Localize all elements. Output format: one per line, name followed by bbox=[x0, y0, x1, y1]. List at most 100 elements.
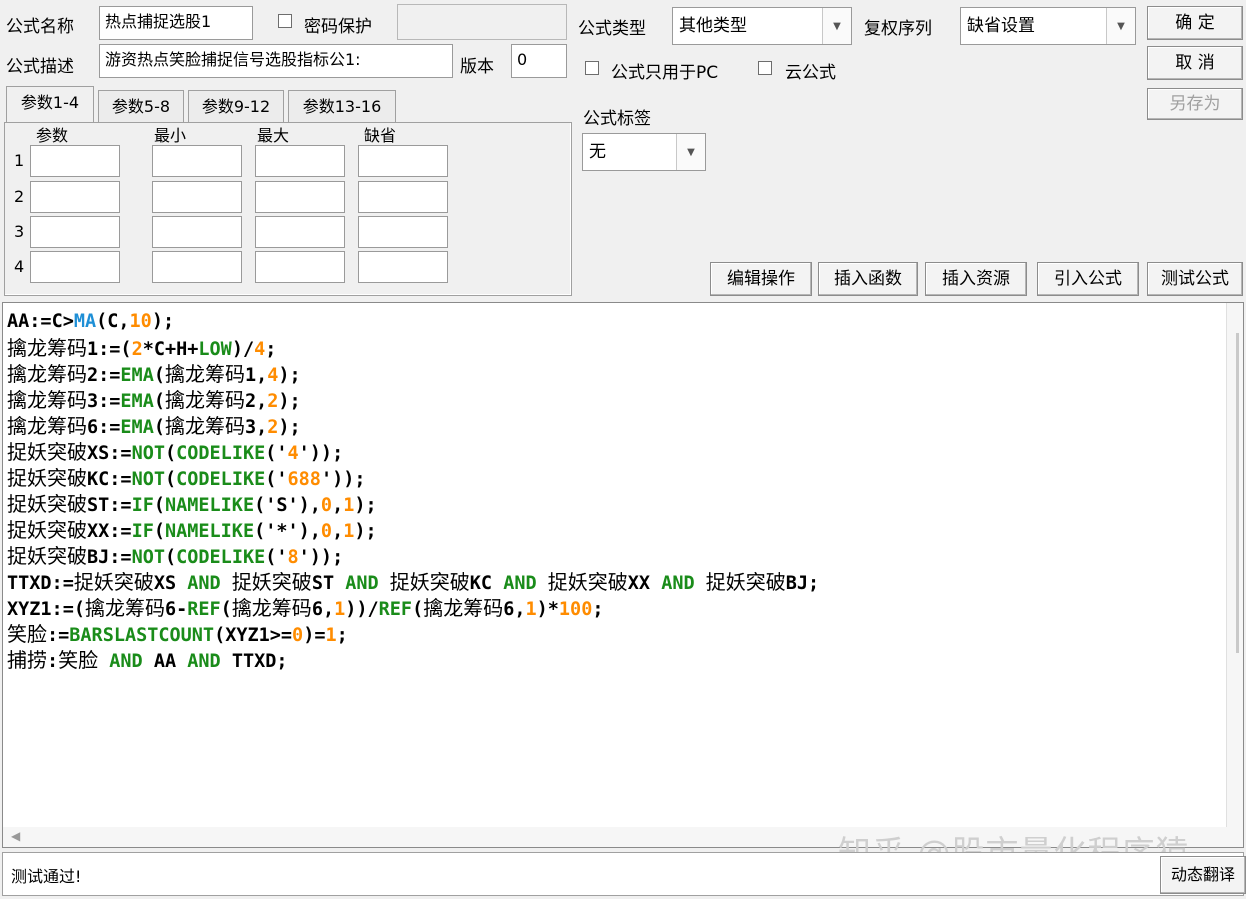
cancel-button[interactable]: 取 消 bbox=[1147, 46, 1243, 80]
tab-params-13-16[interactable]: 参数13-16 bbox=[288, 90, 396, 122]
formula-code: AA:=C>MA(C,10); 擒龙筹码1:=(2*C+H+LOW)/4; 擒龙筹码… bbox=[7, 309, 819, 673]
formula-type-label: 公式类型 bbox=[578, 19, 646, 39]
tab-params-9-12[interactable]: 参数9-12 bbox=[188, 90, 284, 122]
pc-only-checkbox[interactable] bbox=[585, 61, 599, 75]
code-token: MA bbox=[73, 311, 97, 332]
code-token: 擒龙筹码 bbox=[423, 596, 504, 620]
chevron-down-icon[interactable]: ▼ bbox=[822, 8, 851, 44]
code-token: 捉妖突破 bbox=[73, 570, 154, 594]
test-formula-button[interactable]: 测试公式 bbox=[1147, 262, 1243, 296]
formula-type-select[interactable]: 其他类型 ▼ bbox=[672, 7, 852, 45]
code-token: ); bbox=[354, 495, 377, 516]
code-token: (' bbox=[265, 547, 288, 568]
dynamic-translate-button[interactable]: 动态翻译 bbox=[1160, 856, 1246, 894]
version-input[interactable]: 0 bbox=[511, 44, 567, 78]
code-token: 擒龙筹码 bbox=[164, 414, 245, 438]
code-token: ( bbox=[164, 547, 177, 568]
formula-editor[interactable]: AA:=C>MA(C,10); 擒龙筹码1:=(2*C+H+LOW)/4; 擒龙筹码… bbox=[2, 302, 1244, 848]
param-min-input-4[interactable] bbox=[152, 251, 242, 283]
formula-desc-input[interactable]: 游资热点笑脸捕捉信号选股指标公1: bbox=[99, 44, 453, 78]
code-line: 擒龙筹码6:=EMA(擒龙筹码3,2); bbox=[7, 413, 819, 439]
param-min-input-2[interactable] bbox=[152, 181, 242, 213]
code-token: REF bbox=[187, 599, 221, 620]
code-token: 擒龙筹码 bbox=[164, 388, 245, 412]
code-token: ')); bbox=[320, 469, 366, 490]
code-token: REF bbox=[378, 599, 413, 620]
code-token: (' bbox=[265, 469, 288, 490]
code-token: 4 bbox=[267, 365, 279, 386]
status-bar: 测试通过! bbox=[2, 852, 1244, 896]
code-token: 擒龙筹码 bbox=[7, 388, 87, 412]
param-name-input-4[interactable] bbox=[30, 251, 120, 283]
code-token: EMA bbox=[120, 365, 154, 386]
cloud-formula-checkbox[interactable] bbox=[758, 61, 772, 75]
code-token: 1 bbox=[325, 625, 337, 646]
tab-params-1-4[interactable]: 参数1-4 bbox=[6, 86, 94, 122]
code-token: 擒龙筹码 bbox=[231, 596, 312, 620]
code-token: ; bbox=[592, 599, 604, 620]
param-max-input-2[interactable] bbox=[255, 181, 345, 213]
password-input[interactable] bbox=[397, 4, 567, 40]
insert-function-button[interactable]: 插入函数 bbox=[818, 262, 918, 296]
code-token: 2, bbox=[244, 391, 268, 412]
param-default-input-2[interactable] bbox=[358, 181, 448, 213]
code-token: ( bbox=[153, 391, 165, 412]
chevron-down-icon[interactable]: ▼ bbox=[676, 134, 705, 170]
formula-tag-select[interactable]: 无 ▼ bbox=[582, 133, 706, 171]
code-token: > bbox=[62, 311, 74, 332]
code-token: *C+H+ bbox=[142, 339, 199, 360]
code-token: ')); bbox=[298, 443, 344, 464]
scroll-left-icon[interactable]: ◀ bbox=[11, 829, 20, 843]
param-name-input-2[interactable] bbox=[30, 181, 120, 213]
code-token: LOW bbox=[198, 339, 232, 360]
param-name-input-3[interactable] bbox=[30, 216, 120, 248]
code-token: ); bbox=[278, 365, 301, 386]
code-token: AND bbox=[661, 573, 695, 594]
chevron-down-icon[interactable]: ▼ bbox=[1106, 8, 1135, 44]
code-token: NOT bbox=[131, 547, 165, 568]
code-token: 3, bbox=[244, 417, 268, 438]
code-token: ST bbox=[311, 573, 346, 594]
code-token: 6- bbox=[164, 599, 188, 620]
code-token: 2 bbox=[267, 417, 279, 438]
code-token: 1 bbox=[343, 521, 355, 542]
param-default-input-1[interactable] bbox=[358, 145, 448, 177]
param-default-input-3[interactable] bbox=[358, 216, 448, 248]
code-token: ( bbox=[153, 417, 165, 438]
param-max-input-1[interactable] bbox=[255, 145, 345, 177]
vertical-scrollbar[interactable] bbox=[1226, 303, 1243, 847]
code-token: (C, bbox=[96, 311, 130, 332]
code-token: CODELIKE bbox=[176, 547, 266, 568]
code-token: ( bbox=[153, 495, 165, 516]
password-protect-label: 密码保护 bbox=[304, 17, 372, 37]
code-line: 捉妖突破XX:=IF(NAMELIKE('*'),0,1); bbox=[7, 517, 819, 543]
param-min-input-1[interactable] bbox=[152, 145, 242, 177]
code-token: ( bbox=[220, 599, 232, 620]
code-token: XYZ1:=( bbox=[7, 599, 85, 620]
param-name-input-1[interactable] bbox=[30, 145, 120, 177]
formula-name-input[interactable]: 热点捕捉选股1 bbox=[99, 6, 253, 40]
code-token: 6, bbox=[503, 599, 526, 620]
save-as-button[interactable]: 另存为 bbox=[1147, 88, 1243, 120]
code-token: ); bbox=[278, 417, 301, 438]
param-max-input-3[interactable] bbox=[255, 216, 345, 248]
code-token: ( bbox=[153, 365, 165, 386]
edit-ops-button[interactable]: 编辑操作 bbox=[710, 262, 812, 296]
param-row-number: 3 bbox=[14, 222, 25, 241]
import-formula-button[interactable]: 引入公式 bbox=[1037, 262, 1139, 296]
password-protect-checkbox[interactable] bbox=[278, 14, 292, 28]
code-token: 1, bbox=[244, 365, 268, 386]
param-min-input-3[interactable] bbox=[152, 216, 242, 248]
tab-params-5-8[interactable]: 参数5-8 bbox=[98, 90, 184, 122]
code-token: ))/ bbox=[345, 599, 379, 620]
code-token: )* bbox=[536, 599, 559, 620]
insert-resource-button[interactable]: 插入资源 bbox=[925, 262, 1027, 296]
param-default-input-4[interactable] bbox=[358, 251, 448, 283]
ok-button[interactable]: 确 定 bbox=[1147, 6, 1243, 40]
param-max-input-4[interactable] bbox=[255, 251, 345, 283]
rights-series-select[interactable]: 缺省设置 ▼ bbox=[960, 7, 1136, 45]
formula-type-value: 其他类型 bbox=[679, 16, 747, 36]
scrollbar-thumb[interactable] bbox=[1236, 333, 1239, 653]
